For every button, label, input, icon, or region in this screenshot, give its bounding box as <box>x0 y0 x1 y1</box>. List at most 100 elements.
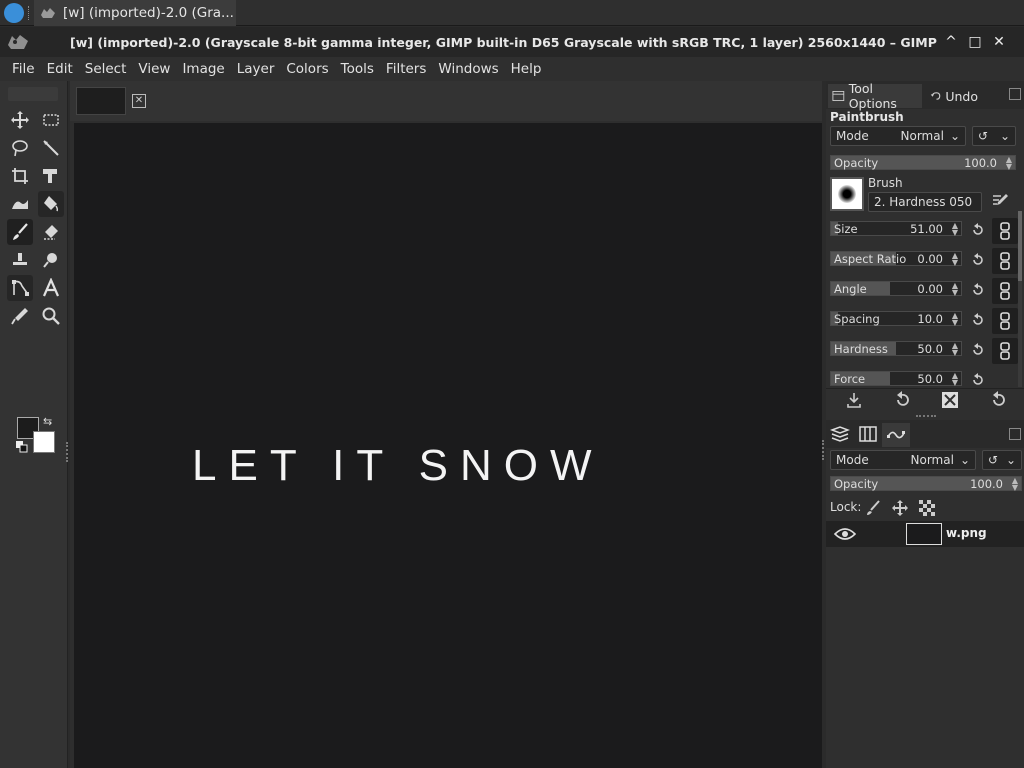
tool-options-dock-menu-icon[interactable] <box>1009 88 1021 100</box>
clone-tool-icon[interactable] <box>7 247 33 273</box>
hardness-value: 50.0 <box>917 342 943 356</box>
layers-icon[interactable] <box>830 424 850 444</box>
spin-arrows-icon[interactable]: ▲ ▼ <box>952 222 958 237</box>
layers-dock-menu-icon[interactable] <box>1009 428 1021 440</box>
toolbox-grip[interactable] <box>8 87 58 101</box>
force-label: Force <box>834 372 866 386</box>
reset-spacing-icon[interactable] <box>970 312 986 328</box>
hardness-slider[interactable]: Hardness 50.0 ▲ ▼ <box>830 341 962 357</box>
spin-arrows-icon[interactable]: ▲ ▼ <box>952 312 958 327</box>
maximize-button[interactable]: □ <box>966 33 984 51</box>
edit-brush-icon[interactable] <box>990 191 1010 211</box>
reset-colors-icon[interactable] <box>16 441 28 453</box>
smudge-tool-icon[interactable] <box>38 247 64 273</box>
menu-help[interactable]: Help <box>505 61 548 77</box>
link-icon[interactable] <box>992 278 1018 304</box>
eraser-tool-icon[interactable] <box>38 219 64 245</box>
link-icon[interactable] <box>992 218 1018 244</box>
crop-tool-icon[interactable] <box>7 163 33 189</box>
menu-select[interactable]: Select <box>79 61 133 77</box>
divider <box>826 388 1024 389</box>
lock-position-icon[interactable] <box>890 498 910 518</box>
mode-reset-dropdown[interactable]: ↺ ⌄ <box>972 126 1016 146</box>
lock-alpha-icon[interactable] <box>917 498 937 518</box>
reset-hardness-icon[interactable] <box>970 342 986 358</box>
tab-paths[interactable] <box>882 423 910 447</box>
scrollbar-thumb[interactable] <box>1018 211 1022 281</box>
background-color-swatch[interactable] <box>33 431 55 453</box>
paintbrush-tool-icon[interactable] <box>7 219 33 245</box>
tab-tool-options[interactable]: Tool Options <box>828 81 922 111</box>
link-icon[interactable] <box>992 248 1018 274</box>
menu-file[interactable]: File <box>6 61 41 77</box>
layer-mode-dropdown[interactable]: Mode Normal ⌄ <box>830 450 976 470</box>
brush-name-field[interactable]: 2. Hardness 050 <box>868 192 982 212</box>
link-icon[interactable] <box>992 308 1018 334</box>
opacity-slider[interactable]: Opacity 100.0 ▲ ▼ <box>830 155 1016 171</box>
size-slider[interactable]: Size 51.00 ▲ ▼ <box>830 221 962 237</box>
paths-tool-icon[interactable] <box>7 275 33 301</box>
tool-options-scrollbar[interactable] <box>1018 211 1022 387</box>
save-tool-preset-icon[interactable] <box>844 390 864 410</box>
spin-arrows-icon[interactable]: ▲ ▼ <box>952 372 958 387</box>
reset-angle-icon[interactable] <box>970 282 986 298</box>
close-image-tab-icon[interactable]: ✕ <box>132 94 146 108</box>
zoom-tool-icon[interactable] <box>38 303 64 329</box>
close-button[interactable]: ✕ <box>990 33 1008 51</box>
layer-composite-dropdown[interactable]: ↺ ⌄ <box>982 450 1022 470</box>
spin-arrows-icon[interactable]: ▲ ▼ <box>1012 477 1018 492</box>
rect-select-tool-icon[interactable] <box>38 107 64 133</box>
angle-slider[interactable]: Angle 0.00 ▲ ▼ <box>830 281 962 297</box>
aspect-ratio-slider[interactable]: Aspect Ratio 0.00 ▲ ▼ <box>830 251 962 267</box>
spin-arrows-icon[interactable]: ▲ ▼ <box>1006 156 1012 171</box>
channels-icon[interactable] <box>858 424 878 444</box>
minimize-button[interactable]: ^ <box>942 33 960 51</box>
spin-arrows-icon[interactable]: ▲ ▼ <box>952 252 958 267</box>
restore-tool-preset-icon[interactable] <box>892 390 912 410</box>
warp-tool-icon[interactable] <box>7 191 33 217</box>
bucket-fill-tool-icon[interactable] <box>38 191 64 217</box>
reset-aspect-ratio-icon[interactable] <box>970 252 986 268</box>
swap-colors-icon[interactable]: ⇆ <box>43 415 52 428</box>
menu-filters[interactable]: Filters <box>380 61 432 77</box>
start-menu-icon[interactable] <box>4 3 24 23</box>
menu-image[interactable]: Image <box>176 61 230 77</box>
layer-opacity-slider[interactable]: Opacity 100.0 ▲ ▼ <box>830 476 1022 492</box>
eye-icon[interactable] <box>834 526 856 542</box>
lock-pixels-icon[interactable] <box>864 498 884 518</box>
menu-tools[interactable]: Tools <box>335 61 380 77</box>
move-tool-icon[interactable] <box>7 107 33 133</box>
gimp-app-icon <box>8 35 28 49</box>
spin-arrows-icon[interactable]: ▲ ▼ <box>952 282 958 297</box>
brush-preview[interactable] <box>830 177 864 211</box>
menu-view[interactable]: View <box>132 61 176 77</box>
fuzzy-select-tool-icon[interactable] <box>38 135 64 161</box>
panel-resize-handle[interactable] <box>916 415 936 418</box>
reset-force-icon[interactable] <box>970 372 986 387</box>
link-icon[interactable] <box>992 338 1018 364</box>
reset-size-icon[interactable] <box>970 222 986 238</box>
transform-tool-icon[interactable] <box>38 163 64 189</box>
delete-tool-preset-icon[interactable] <box>940 390 960 410</box>
force-slider[interactable]: Force 50.0 ▲ ▼ <box>830 371 962 387</box>
image-tabs: ✕ <box>70 81 822 121</box>
mode-dropdown[interactable]: Mode Normal ⌄ <box>830 126 966 146</box>
taskbar-task-gimp[interactable]: [w] (imported)-2.0 (Gra... <box>34 0 236 26</box>
tab-undo[interactable]: Undo <box>926 84 982 108</box>
toolbox: ⇆ <box>0 81 68 768</box>
menu-colors[interactable]: Colors <box>280 61 334 77</box>
menu-windows[interactable]: Windows <box>432 61 504 77</box>
lasso-tool-icon[interactable] <box>7 135 33 161</box>
image-tab-thumbnail[interactable] <box>76 87 126 115</box>
reset-tool-options-icon[interactable] <box>988 390 1008 410</box>
spin-arrows-icon[interactable]: ▲ ▼ <box>952 342 958 357</box>
color-picker-tool-icon[interactable] <box>7 303 33 329</box>
layer-row[interactable]: w.png <box>826 521 1024 547</box>
menu-edit[interactable]: Edit <box>41 61 79 77</box>
text-tool-icon[interactable] <box>38 275 64 301</box>
opacity-value: 100.0 <box>964 156 997 170</box>
window-title: [w] (imported)-2.0 (Grayscale 8-bit gamm… <box>70 35 937 50</box>
spacing-slider[interactable]: Spacing 10.0 ▲ ▼ <box>830 311 962 327</box>
image-canvas[interactable]: LET IT SNOW <box>74 123 822 768</box>
menu-layer[interactable]: Layer <box>231 61 281 77</box>
